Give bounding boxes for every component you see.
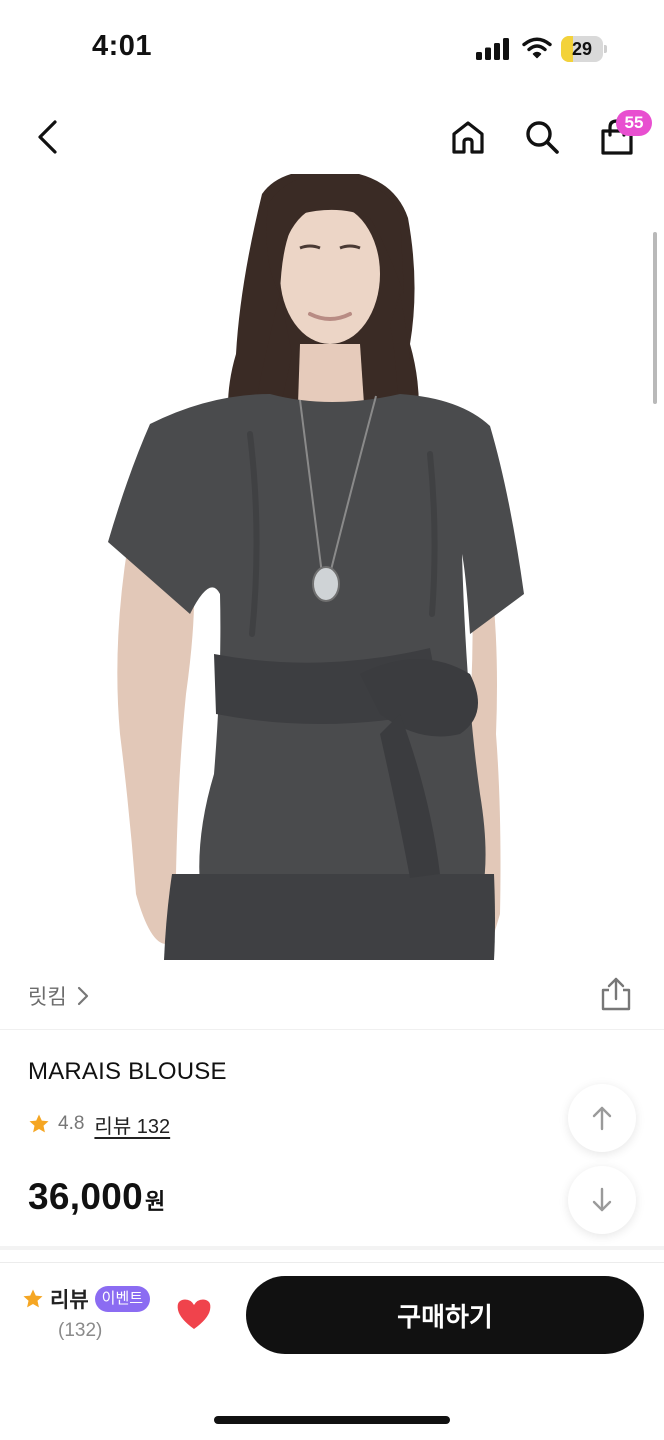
star-icon	[29, 1114, 49, 1133]
brand-link[interactable]: 릿킴	[28, 980, 89, 1012]
home-icon	[452, 121, 484, 154]
arrow-down-icon	[592, 1187, 612, 1212]
wifi-icon	[522, 37, 552, 59]
wishlist-button[interactable]	[172, 1292, 216, 1336]
event-badge: 이벤트	[94, 1286, 151, 1312]
cart-count-badge: 55	[616, 110, 652, 136]
back-button[interactable]	[26, 112, 70, 162]
cellular-signal-icon	[476, 38, 509, 60]
review-link[interactable]: 리뷰 132	[94, 1110, 170, 1139]
search-button[interactable]	[520, 112, 564, 162]
brand-row: 릿킴	[0, 960, 664, 1030]
chevron-right-icon	[77, 986, 88, 1006]
rating-row: 4.8 리뷰 132	[28, 1108, 170, 1140]
battery-icon: 29	[561, 36, 607, 62]
search-icon	[526, 121, 559, 154]
chevron-left-icon	[38, 120, 57, 154]
home-indicator[interactable]	[214, 1416, 450, 1424]
status-bar: 4:01 29	[0, 0, 664, 100]
product-title: MARAIS BLOUSE	[28, 1058, 227, 1085]
battery-percent: 29	[571, 39, 593, 59]
section-divider	[0, 1246, 664, 1250]
price-unit: 원	[144, 1189, 166, 1214]
brand-name: 릿킴	[28, 986, 67, 1009]
share-icon	[601, 977, 631, 1011]
star-icon	[23, 1289, 43, 1308]
status-time: 4:01	[92, 30, 153, 62]
product-image[interactable]	[0, 174, 664, 960]
home-button[interactable]	[446, 112, 490, 162]
heart-icon	[177, 1299, 211, 1329]
arrow-up-icon	[592, 1106, 612, 1131]
review-event-button[interactable]: 리뷰 이벤트 (132)	[22, 1284, 162, 1346]
review-count: (132)	[58, 1320, 103, 1341]
review-label: 리뷰	[50, 1289, 89, 1312]
price: 36,000 원	[28, 1176, 165, 1218]
scrollbar[interactable]	[653, 232, 657, 404]
rating-value: 4.8	[58, 1113, 85, 1134]
buy-button[interactable]: 구매하기	[246, 1276, 644, 1354]
price-amount: 36,000	[28, 1176, 143, 1217]
share-button[interactable]	[596, 974, 636, 1014]
product-photo	[0, 174, 664, 960]
scroll-to-top-button[interactable]	[568, 1084, 636, 1152]
scroll-to-bottom-button[interactable]	[568, 1166, 636, 1234]
